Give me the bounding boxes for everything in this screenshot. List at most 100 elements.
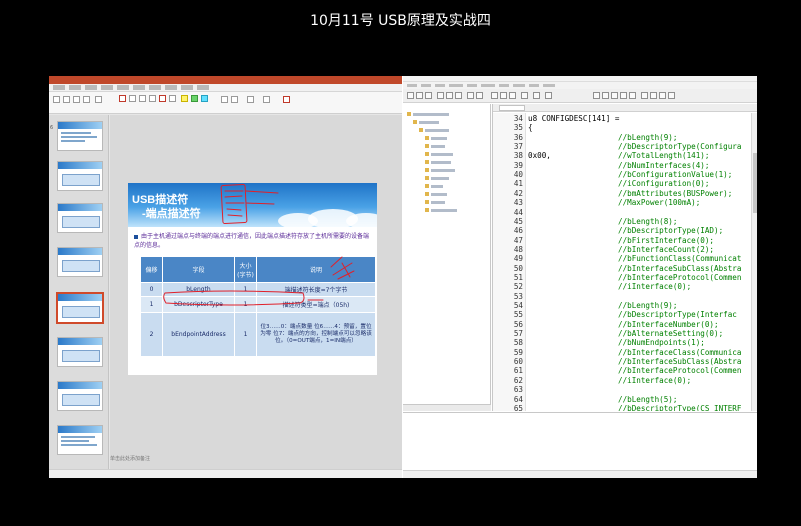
paste-icon[interactable] xyxy=(455,92,462,99)
highlighter-cyan-icon[interactable] xyxy=(201,95,208,102)
toolbar-icon[interactable] xyxy=(593,92,600,99)
redo-icon[interactable] xyxy=(476,92,483,99)
slide-thumbnail[interactable] xyxy=(57,121,103,151)
toolbar-icon[interactable] xyxy=(602,92,609,99)
table-cell: 1 xyxy=(234,296,257,313)
code-statement: { xyxy=(528,123,533,133)
endpoint-descriptor-table: 偏移 字段 大小(字节) 说明 0 bLength 1 端描述符长度=7个字节 … xyxy=(140,256,376,357)
table-cell: 2 xyxy=(140,312,163,357)
rebuild-icon[interactable] xyxy=(500,92,507,99)
cut-icon[interactable] xyxy=(437,92,444,99)
table-cell: bDescriptorType xyxy=(162,296,235,313)
code-editor[interactable]: 34 u8 CONFIGDESC[141] = 35{36//bLength(9);… xyxy=(492,104,757,411)
slide-bullet-text: 由于主机通过端点与终端的端点进行通信，因此端点描述符存放了主机所需要的设备端点的… xyxy=(134,233,370,249)
toolbar-icon[interactable] xyxy=(611,92,618,99)
stop-inking-icon[interactable] xyxy=(283,96,290,103)
toolbar-icon[interactable] xyxy=(629,92,636,99)
table-cell: 1 xyxy=(140,296,163,313)
ppt-title-bar xyxy=(49,76,402,84)
table-cell: 位3……0：端点数量 位6……4：预留，置位为零 位7：端点的方向，控制端点可以… xyxy=(256,312,376,357)
notes-placeholder[interactable]: 单击此处添加备注 xyxy=(110,455,150,462)
table-cell: 0 xyxy=(140,282,163,297)
ppt-ribbon-tabs[interactable] xyxy=(49,84,402,92)
find-icon[interactable] xyxy=(533,92,540,99)
toolbar-icon[interactable] xyxy=(668,92,675,99)
code-line[interactable]: 65 //bDescriptorType(CS_INTERF xyxy=(493,404,757,411)
video-title: 10月11号 USB原理及实战四 xyxy=(310,13,491,29)
slide-thumbnail-selected[interactable] xyxy=(57,293,103,323)
slide-thumbnail[interactable] xyxy=(57,161,103,191)
slide-bullet: 由于主机通过端点与终端的端点进行通信，因此端点描述符存放了主机所需要的设备端点的… xyxy=(134,232,374,250)
pen-red2-icon[interactable] xyxy=(159,95,166,102)
table-cell: 1 xyxy=(234,282,257,297)
current-slide[interactable]: USB描述符 -端点描述符 由于主机通过端点与终端的端点进行通信，因此端点描述符… xyxy=(128,183,377,375)
toolbar-icon[interactable] xyxy=(641,92,648,99)
color-icon[interactable] xyxy=(221,96,228,103)
slide-thumbnail[interactable] xyxy=(57,425,103,455)
ppt-status-bar xyxy=(49,469,402,478)
editor-scrollbar[interactable] xyxy=(751,113,757,411)
debug-icon[interactable] xyxy=(521,92,528,99)
highlighter-yellow-icon[interactable] xyxy=(181,95,188,102)
pen-gray-icon[interactable] xyxy=(149,95,156,102)
slide-thumbnail[interactable] xyxy=(57,337,103,367)
slide-thumbnail[interactable] xyxy=(57,203,103,233)
slide-subtitle: -端点描述符 xyxy=(142,208,201,220)
project-tree xyxy=(403,104,491,411)
toolbar-icon[interactable] xyxy=(620,92,627,99)
ide-menu-bar[interactable] xyxy=(403,82,757,89)
toolbar-icon[interactable] xyxy=(659,92,666,99)
ide-toolbar xyxy=(403,89,757,103)
powerpoint-window: 6 USB描述符 -端点描述符 由于主机通过端点与终端的端点进行通信，因此端点描… xyxy=(49,76,402,478)
open-file-icon[interactable] xyxy=(416,92,423,99)
table-cell: bLength xyxy=(162,282,235,297)
pen-style-icon[interactable] xyxy=(95,96,102,103)
build-icon[interactable] xyxy=(491,92,498,99)
slide-thumbnail[interactable] xyxy=(57,247,103,277)
ppt-ink-ribbon xyxy=(49,92,402,114)
build-output-panel xyxy=(403,412,757,470)
project-panel-tabs[interactable] xyxy=(403,404,491,411)
eraser-icon[interactable] xyxy=(63,96,70,103)
editor-file-tab[interactable] xyxy=(493,104,757,112)
table-cell: bEndpointAddress xyxy=(162,312,235,357)
new-file-icon[interactable] xyxy=(407,92,414,99)
toolbar-icon[interactable] xyxy=(650,92,657,99)
code-comment: //bDescriptorType(CS_INTERF xyxy=(618,403,742,411)
thickness-icon[interactable] xyxy=(231,96,238,103)
slide-editing-area: USB描述符 -端点描述符 由于主机通过端点与终端的端点进行通信，因此端点描述符… xyxy=(110,115,402,469)
slide-thumbnails-panel: 6 xyxy=(49,115,109,469)
pen-tool-icon[interactable] xyxy=(53,96,60,103)
select-icon[interactable] xyxy=(83,96,90,103)
code-statement: 0x00, xyxy=(528,151,551,161)
ink-to-shape-icon[interactable] xyxy=(247,96,254,103)
lasso-icon[interactable] xyxy=(73,96,80,103)
save-icon[interactable] xyxy=(425,92,432,99)
shared-screen: 6 USB描述符 -端点描述符 由于主机通过端点与终端的端点进行通信，因此端点描… xyxy=(49,76,757,478)
copy-icon[interactable] xyxy=(446,92,453,99)
settings-icon[interactable] xyxy=(545,92,552,99)
table-cell: 端描述符长度=7个字节 xyxy=(256,282,376,297)
table-row: 0 bLength 1 端描述符长度=7个字节 xyxy=(140,282,376,297)
undo-icon[interactable] xyxy=(467,92,474,99)
highlighter-green-icon[interactable] xyxy=(191,95,198,102)
pen-blue-icon[interactable] xyxy=(129,95,136,102)
code-statement: u8 CONFIGDESC[141] = xyxy=(528,114,620,123)
table-cell: 描述符类型=端点（05h) xyxy=(256,296,376,313)
table-header: 大小(字节) xyxy=(234,256,257,283)
line-number: 65 xyxy=(513,403,523,411)
table-header: 说明 xyxy=(256,256,376,283)
video-frame: 10月11号 USB原理及实战四 6 USB描述符 -端点描述符 由于主机通过端… xyxy=(0,0,801,526)
table-cell: 1 xyxy=(234,312,257,357)
ink-to-math-icon[interactable] xyxy=(263,96,270,103)
ide-status-bar xyxy=(403,470,757,478)
pen-black-icon[interactable] xyxy=(139,95,146,102)
table-row: 1 bDescriptorType 1 描述符类型=端点（05h) xyxy=(140,296,376,313)
pen-dark-icon[interactable] xyxy=(169,95,176,102)
table-header: 字段 xyxy=(162,256,235,283)
slide-thumbnail[interactable] xyxy=(57,381,103,411)
table-header: 偏移 xyxy=(140,256,163,283)
download-icon[interactable] xyxy=(509,92,516,99)
ide-window: 34 u8 CONFIGDESC[141] = 35{36//bLength(9);… xyxy=(403,76,757,478)
pen-red-icon[interactable] xyxy=(119,95,126,102)
